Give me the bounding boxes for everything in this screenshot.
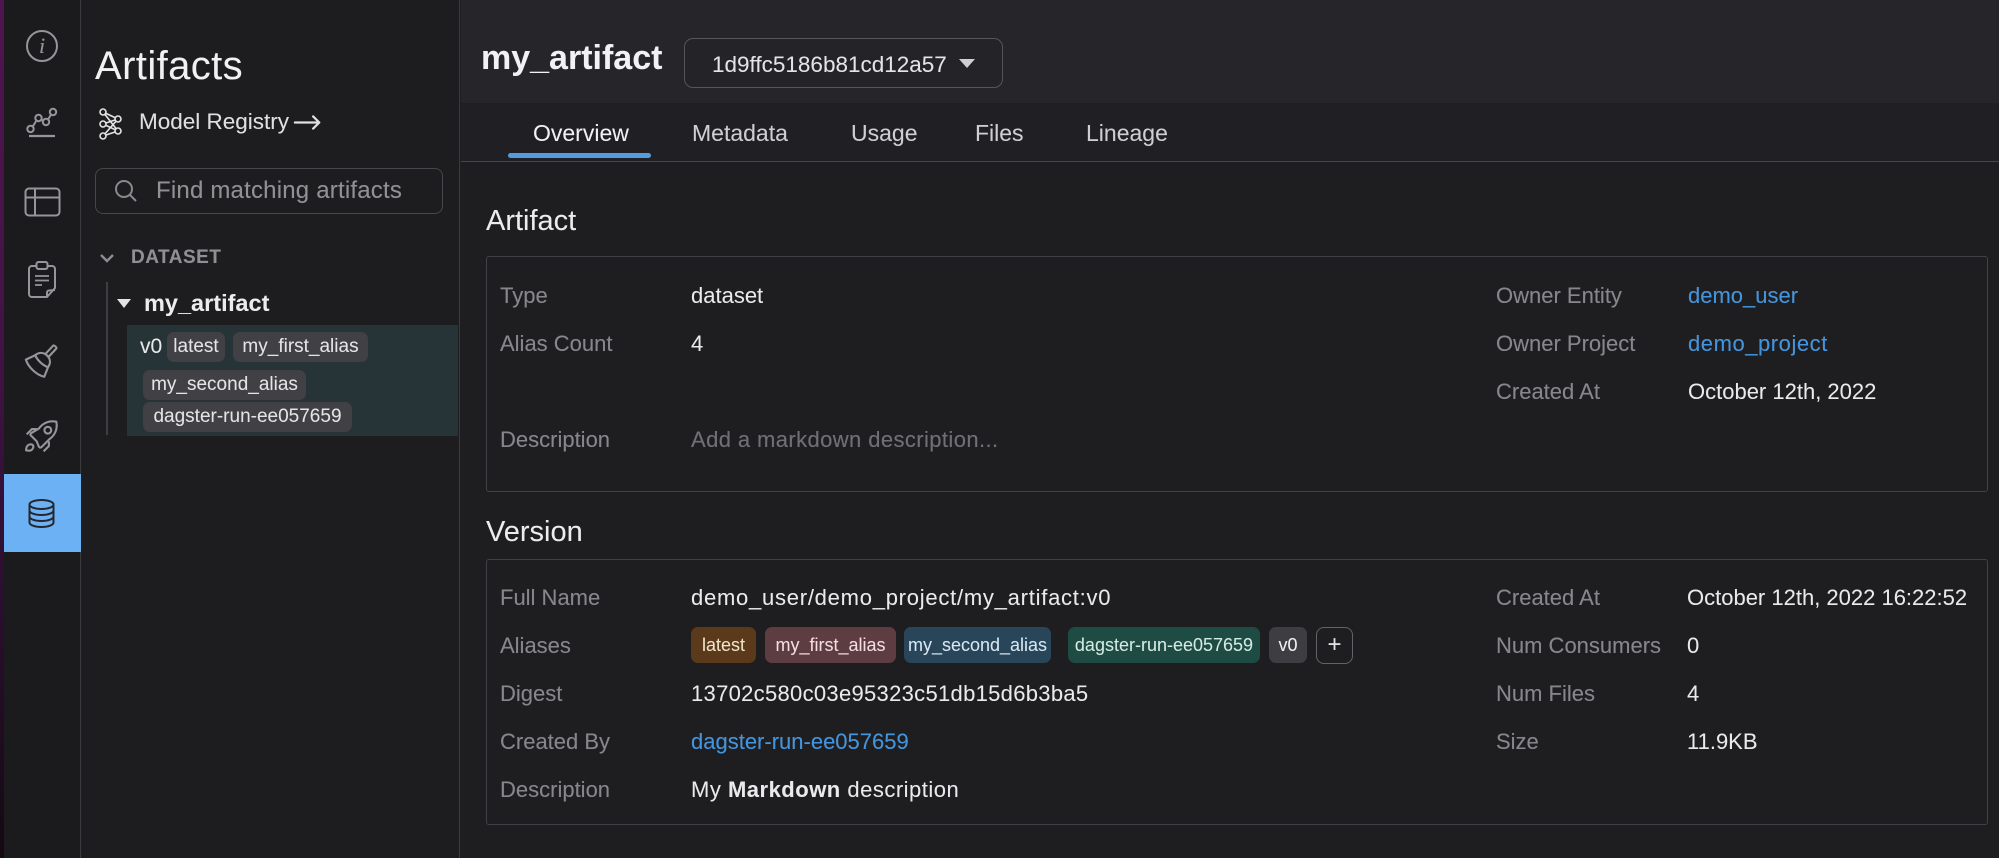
- svg-text:i: i: [39, 33, 45, 58]
